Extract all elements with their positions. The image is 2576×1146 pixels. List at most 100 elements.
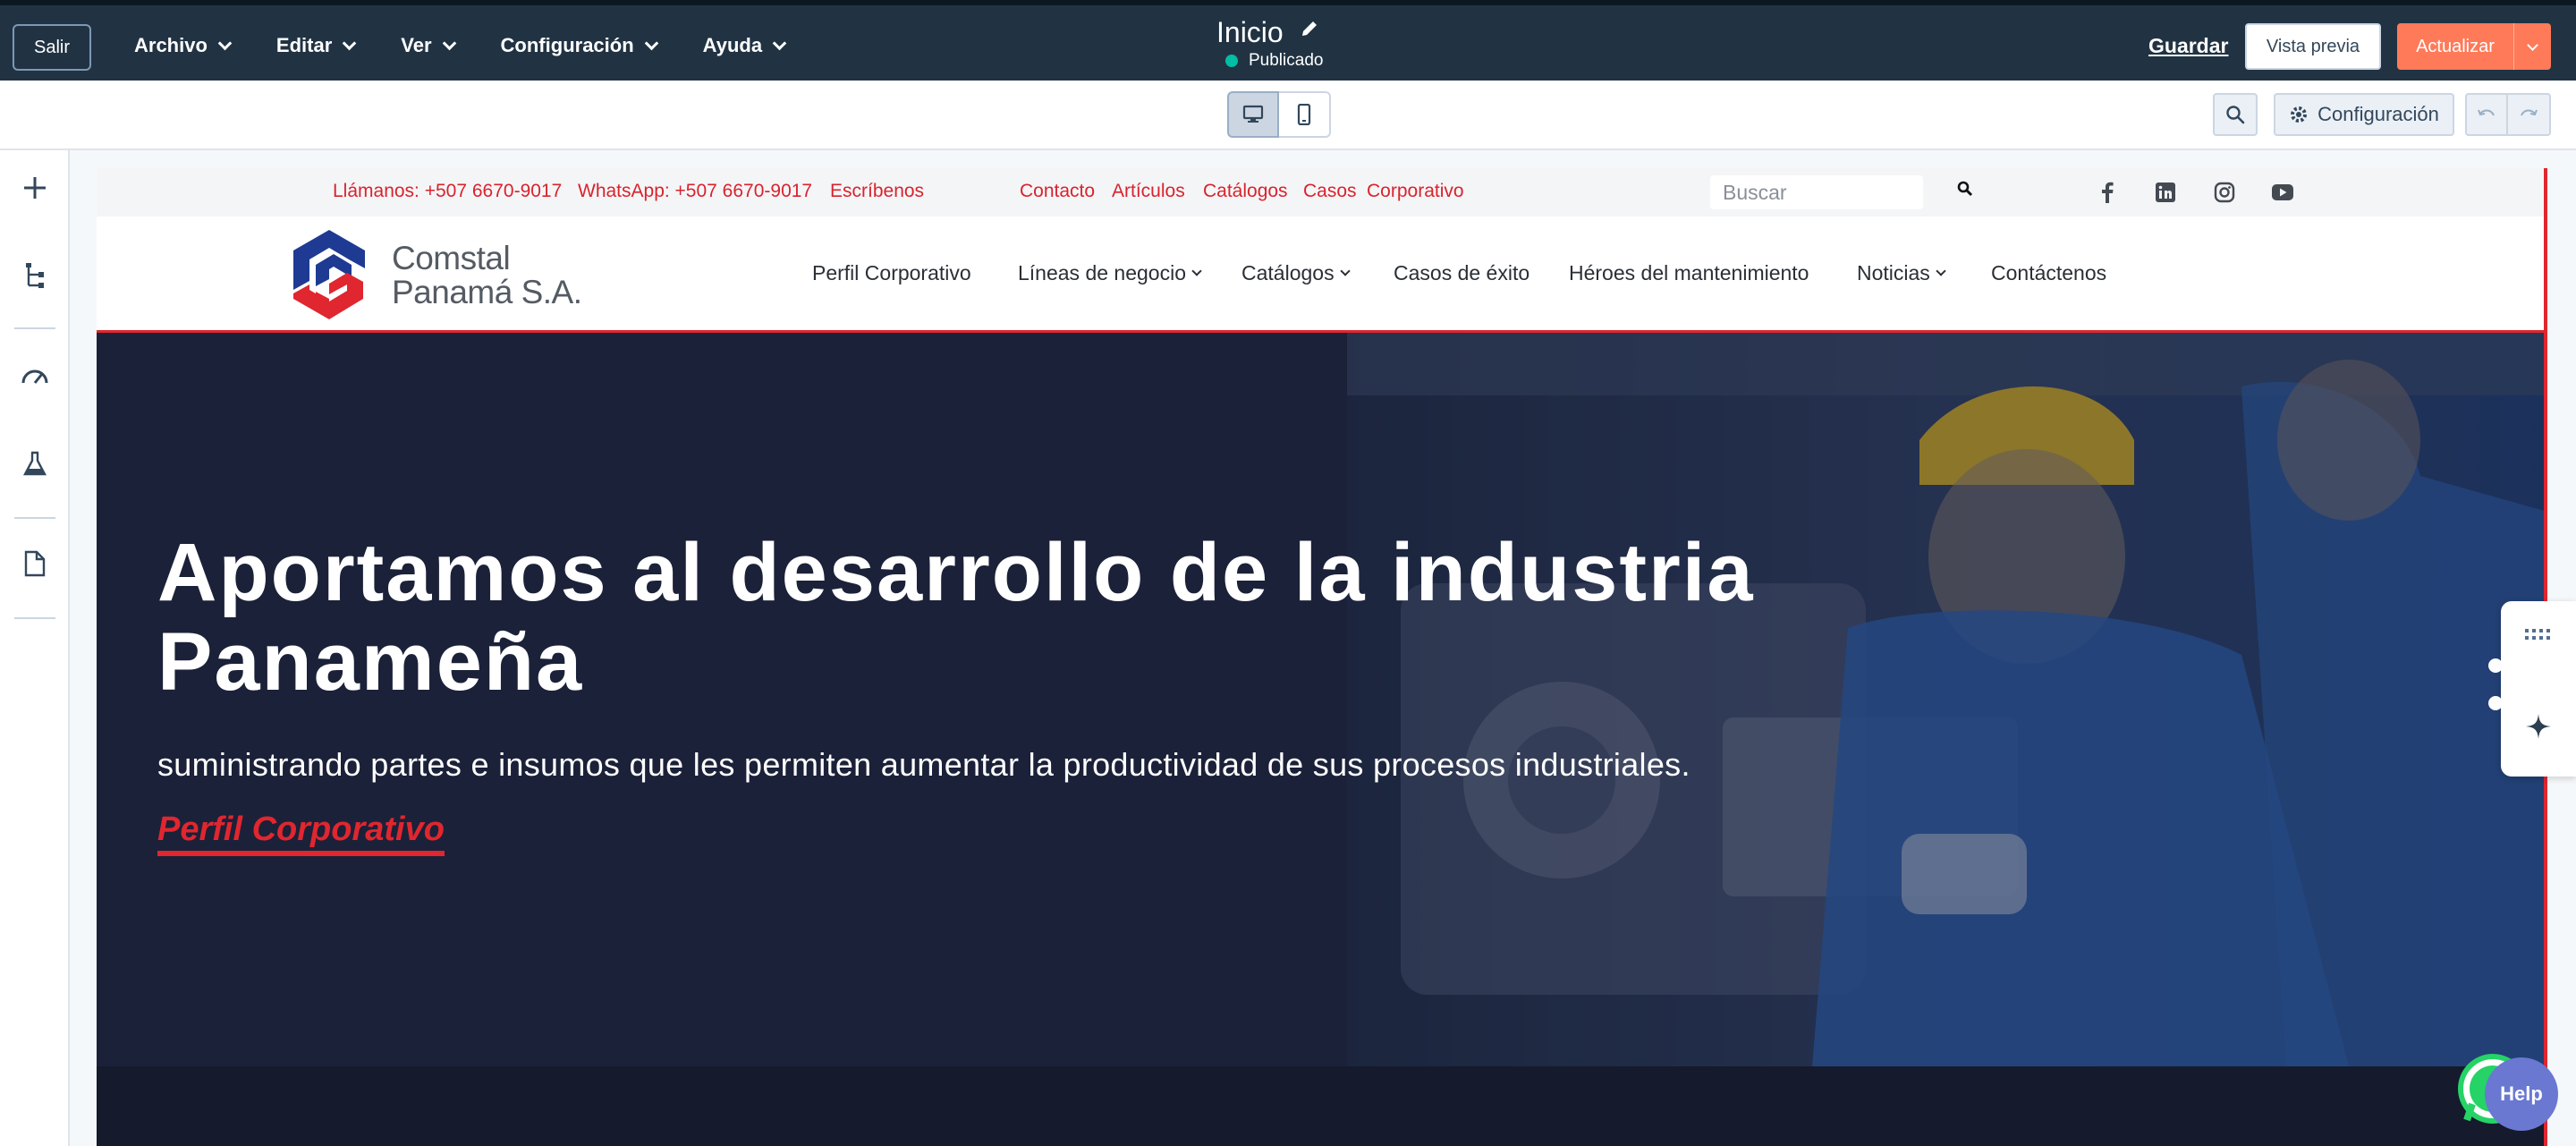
chevron-down-icon bbox=[644, 36, 658, 50]
topbar-link-casos[interactable]: Casos bbox=[1303, 181, 1357, 202]
update-options-dropdown[interactable] bbox=[2514, 38, 2551, 51]
menu-label: Editar bbox=[275, 34, 333, 56]
topbar-link-catalogos[interactable]: Catálogos bbox=[1203, 181, 1288, 202]
search-icon bbox=[2226, 106, 2245, 124]
hero-title: Aportamos al desarrollo de la industria … bbox=[157, 528, 1767, 707]
mobile-view-button[interactable] bbox=[1279, 91, 1331, 138]
search-icon[interactable] bbox=[1957, 181, 1973, 201]
nav-lineas-de-negocio[interactable]: Líneas de negocio bbox=[1018, 261, 1202, 285]
editor-left-rail bbox=[0, 150, 70, 1146]
nav-perfil-corporativo[interactable]: Perfil Corporativo bbox=[812, 261, 971, 285]
redo-button[interactable] bbox=[2508, 93, 2551, 136]
undo-button[interactable] bbox=[2465, 93, 2508, 136]
nav-label: Héroes del mantenimiento bbox=[1569, 261, 1809, 284]
nav-heroes-del-mantenimiento[interactable]: Héroes del mantenimiento bbox=[1569, 261, 1809, 285]
menu-archivo[interactable]: Archivo bbox=[134, 34, 233, 57]
nav-label: Líneas de negocio bbox=[1018, 261, 1186, 284]
divider bbox=[14, 517, 55, 519]
page-settings-button[interactable] bbox=[15, 544, 55, 583]
undo-icon bbox=[2478, 109, 2495, 116]
comstal-logo[interactable] bbox=[284, 225, 374, 328]
menu-label: Configuración bbox=[500, 34, 634, 56]
save-button[interactable]: Guardar bbox=[2148, 34, 2228, 58]
search-button[interactable] bbox=[2213, 93, 2258, 136]
help-button[interactable]: Help bbox=[2485, 1057, 2558, 1131]
exit-button[interactable]: Salir bbox=[13, 24, 91, 71]
menu-label: Ver bbox=[401, 34, 432, 56]
scroll-indicator-dot bbox=[2488, 658, 2503, 673]
settings-label: Configuración bbox=[2318, 103, 2439, 125]
hero-section: Aportamos al desarrollo de la industria … bbox=[97, 333, 2544, 1066]
preview-button[interactable]: Vista previa bbox=[2245, 23, 2381, 70]
menu-editar[interactable]: Editar bbox=[275, 34, 357, 57]
menu-label: Archivo bbox=[134, 34, 208, 56]
hero-cta-link[interactable]: Perfil Corporativo bbox=[157, 811, 445, 856]
update-label: Actualizar bbox=[2416, 36, 2495, 56]
logo-line-1: Comstal bbox=[392, 240, 511, 276]
status-dot bbox=[1225, 55, 1238, 67]
chevron-down-icon bbox=[1339, 266, 1351, 276]
menu-configuracion[interactable]: Configuración bbox=[500, 34, 658, 57]
nav-noticias[interactable]: Noticias bbox=[1857, 261, 1946, 285]
history-controls bbox=[2465, 93, 2551, 136]
write-link[interactable]: Escríbenos bbox=[830, 181, 924, 202]
phone-link[interactable]: Llámanos: +507 6670-9017 bbox=[333, 181, 562, 202]
site-topbar: Llámanos: +507 6670-9017 WhatsApp: +507 … bbox=[97, 168, 2544, 216]
speedometer-icon bbox=[21, 369, 48, 384]
sparkle-icon[interactable] bbox=[2524, 712, 2553, 741]
add-module-button[interactable] bbox=[15, 168, 55, 208]
device-toggle bbox=[1227, 91, 1331, 138]
divider bbox=[14, 327, 55, 329]
editor-topbar: Salir Archivo Editar Ver Configuración A… bbox=[0, 0, 2576, 81]
scroll-indicator-dot bbox=[2488, 696, 2503, 710]
chevron-down-icon bbox=[217, 36, 233, 50]
flask-icon bbox=[23, 451, 47, 476]
settings-button[interactable]: Configuración bbox=[2274, 93, 2454, 136]
document-icon bbox=[24, 550, 46, 577]
chevron-down-icon bbox=[442, 36, 456, 50]
hero-subtitle: suministrando partes e insumos que les p… bbox=[157, 746, 1690, 783]
update-button[interactable]: Actualizar bbox=[2397, 23, 2551, 70]
nav-contactenos[interactable]: Contáctenos bbox=[1991, 261, 2106, 285]
whatsapp-link[interactable]: WhatsApp: +507 6670-9017 bbox=[578, 181, 812, 202]
menu-ayuda[interactable]: Ayuda bbox=[702, 34, 787, 57]
editor-menu-bar: Archivo Editar Ver Configuración Ayuda bbox=[134, 5, 831, 86]
nav-label: Contáctenos bbox=[1991, 261, 2107, 284]
chevron-down-icon bbox=[1191, 266, 1202, 276]
facebook-icon[interactable] bbox=[2094, 179, 2121, 206]
redo-icon bbox=[2521, 109, 2538, 116]
page-title[interactable]: Inicio bbox=[1216, 16, 1284, 49]
pencil-icon[interactable] bbox=[1300, 19, 1319, 43]
website-preview: Llámanos: +507 6670-9017 WhatsApp: +507 … bbox=[97, 168, 2547, 1146]
optimize-button[interactable] bbox=[15, 356, 55, 395]
layers-button[interactable] bbox=[15, 256, 55, 295]
topbar-link-corporativo[interactable]: Corporativo bbox=[1367, 181, 1464, 202]
nav-catalogos[interactable]: Catálogos bbox=[1241, 261, 1351, 285]
desktop-view-button[interactable] bbox=[1227, 91, 1279, 138]
nav-label: Perfil Corporativo bbox=[812, 261, 971, 284]
publish-status: Publicado bbox=[1225, 51, 1413, 71]
grip-icon[interactable] bbox=[2524, 628, 2553, 641]
chevron-down-icon bbox=[1936, 266, 1946, 276]
nav-label: Casos de éxito bbox=[1394, 261, 1530, 284]
divider bbox=[14, 617, 55, 619]
site-search-input[interactable]: Buscar bbox=[1710, 175, 1923, 209]
topbar-link-articulos[interactable]: Artículos bbox=[1112, 181, 1185, 202]
menu-ver[interactable]: Ver bbox=[401, 34, 456, 57]
site-header: Comstal Panamá S.A. Perfil Corporativo L… bbox=[97, 216, 2544, 333]
comstal-logo-mark bbox=[293, 230, 365, 319]
editor-toolbar: Configuración bbox=[0, 81, 2576, 150]
topbar-link-contacto[interactable]: Contacto bbox=[1020, 181, 1095, 202]
next-section bbox=[97, 1066, 2544, 1146]
chevron-down-icon bbox=[343, 36, 357, 50]
instagram-icon[interactable] bbox=[2211, 179, 2238, 206]
chevron-down-icon bbox=[2527, 38, 2538, 51]
nav-label: Catálogos bbox=[1241, 261, 1335, 284]
hero-title-line-1: Aportamos al desarrollo de la industria bbox=[157, 527, 1755, 618]
menu-label: Ayuda bbox=[702, 34, 763, 56]
youtube-icon[interactable] bbox=[2269, 179, 2296, 206]
mobile-icon bbox=[1297, 104, 1311, 125]
linkedin-icon[interactable] bbox=[2152, 179, 2179, 206]
test-button[interactable] bbox=[15, 444, 55, 483]
nav-casos-de-exito[interactable]: Casos de éxito bbox=[1394, 261, 1530, 285]
